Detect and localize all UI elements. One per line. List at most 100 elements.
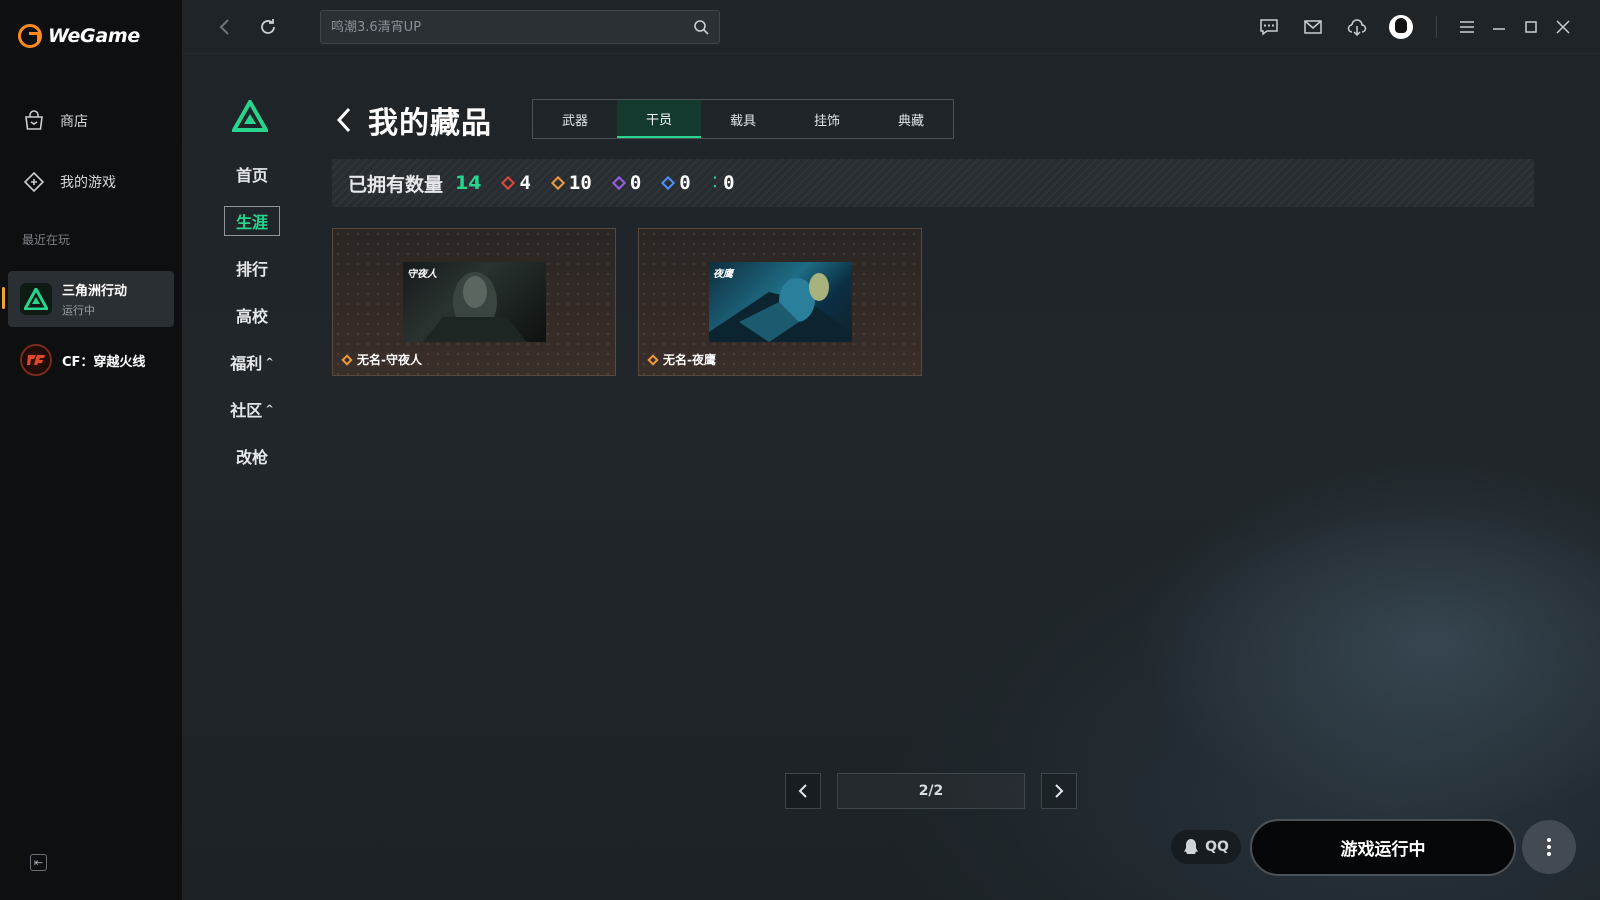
delta-force-logo-icon[interactable] xyxy=(230,97,270,136)
sidebar-item-label: 我的游戏 xyxy=(60,175,116,191)
game-controller-icon xyxy=(23,171,45,193)
red-diamond-icon xyxy=(501,175,516,191)
orange-diamond-icon xyxy=(550,175,565,191)
refresh-icon xyxy=(261,19,275,34)
wegame-window: WeGame 商店 我的游戏 最近在玩 三角洲行动 运行中 CF：穿越火线 ⇤ … xyxy=(0,0,1600,900)
rarity-count-value: 0 xyxy=(629,172,642,194)
qq-login-badge[interactable]: QQ xyxy=(1171,830,1241,864)
shop-bag-icon xyxy=(25,110,43,130)
recent-game-status: 运行中 xyxy=(62,304,95,317)
chevron-left-icon xyxy=(219,19,229,35)
prev-page-button[interactable] xyxy=(785,773,821,809)
next-page-button[interactable] xyxy=(1041,773,1077,809)
game-running-button[interactable]: 游戏运行中 xyxy=(1250,819,1516,876)
maximize-button[interactable] xyxy=(1518,14,1544,40)
mail-button[interactable] xyxy=(1300,14,1326,40)
wegame-logo[interactable]: WeGame xyxy=(18,24,140,48)
game-nav-ranking[interactable]: 排行 xyxy=(222,253,282,283)
purple-diamond-icon xyxy=(611,175,626,191)
rarity-blue-count: 0 xyxy=(661,172,691,194)
game-nav-career[interactable]: 生涯 xyxy=(222,206,282,236)
user-avatar-button[interactable] xyxy=(1388,14,1414,40)
refresh-button[interactable] xyxy=(255,14,281,40)
recent-game-name: CF：穿越火线 xyxy=(62,354,146,370)
collapse-icon: ⇤ xyxy=(33,856,44,869)
operator-image-caption: 守夜人 xyxy=(407,269,437,280)
recent-game-delta-force[interactable]: 三角洲行动 运行中 xyxy=(2,271,174,327)
operator-card[interactable]: 夜鹰 无名-夜鹰 xyxy=(638,228,922,376)
operator-skin-image: 夜鹰 xyxy=(709,262,852,342)
game-nav-college[interactable]: 高校 xyxy=(222,300,282,330)
download-button[interactable] xyxy=(1344,14,1370,40)
operator-card-name: 无名-夜鹰 xyxy=(647,351,716,368)
operator-card-name: 无名-守夜人 xyxy=(341,351,422,368)
search-input[interactable] xyxy=(331,19,693,35)
recent-game-name: 三角洲行动 xyxy=(62,284,128,299)
back-button[interactable] xyxy=(212,14,238,40)
tab-vehicles[interactable]: 载具 xyxy=(701,100,785,138)
chevron-left-icon xyxy=(336,107,351,133)
recent-game-crossfire[interactable]: CF：穿越火线 xyxy=(8,332,174,388)
collapse-sidebar-button[interactable]: ⇤ xyxy=(30,854,47,871)
operator-name: 无名-守夜人 xyxy=(357,353,422,367)
maximize-icon xyxy=(1525,21,1537,33)
sidebar-item-shop[interactable]: 商店 xyxy=(22,109,88,133)
operator-card[interactable]: 守夜人 无名-守夜人 xyxy=(332,228,616,376)
caret-up-icon: ^ xyxy=(265,403,274,415)
game-nav-label: 首页 xyxy=(235,166,268,185)
close-icon xyxy=(1556,20,1570,34)
search-icon[interactable] xyxy=(693,19,709,35)
game-nav-home[interactable]: 首页 xyxy=(222,159,282,189)
sidebar-item-my-games[interactable]: 我的游戏 xyxy=(22,170,116,194)
rarity-red-count: 4 xyxy=(501,172,531,194)
app-name: WeGame xyxy=(48,25,140,47)
collection-tabs: 武器 干员 载具 挂饰 典藏 xyxy=(532,99,954,139)
owned-count-label: 已拥有数量 xyxy=(348,173,444,196)
active-nav-frame xyxy=(224,206,280,236)
game-nav-community[interactable]: 社区 ^ xyxy=(222,394,282,424)
tab-operators[interactable]: 干员 xyxy=(617,100,701,138)
qq-label: QQ xyxy=(1205,839,1229,855)
owned-count-bar: 已拥有数量 14 4 10 0 0 ⁚ 0 xyxy=(332,159,1534,207)
menu-button[interactable] xyxy=(1454,14,1480,40)
rarity-orange-count: 10 xyxy=(550,172,592,194)
game-nav-gunsmith[interactable]: 改枪 xyxy=(222,441,282,471)
download-icon xyxy=(1347,19,1367,37)
rarity-count-value: 10 xyxy=(568,172,592,194)
tab-weapons[interactable]: 武器 xyxy=(533,100,617,138)
rarity-count-value: 4 xyxy=(519,172,531,194)
chat-button[interactable] xyxy=(1256,14,1282,40)
close-button[interactable] xyxy=(1550,14,1576,40)
mail-icon xyxy=(1304,20,1322,34)
page-back-button[interactable] xyxy=(332,105,356,135)
rarity-purple-count: 0 xyxy=(611,172,642,194)
minimize-button[interactable] xyxy=(1486,14,1512,40)
more-options-button[interactable] xyxy=(1522,820,1576,874)
rarity-green-count: ⁚ 0 xyxy=(713,172,735,194)
main-area: 首页 生涯 排行 高校 福利^ 社区^ 改枪 我的藏品 武器 干员 载具 挂饰 … xyxy=(182,0,1600,900)
wegame-logo-icon xyxy=(18,24,42,48)
rarity-count-value: 0 xyxy=(723,172,735,194)
topbar-divider xyxy=(1436,16,1437,38)
qq-penguin-icon xyxy=(1184,839,1199,854)
topbar xyxy=(182,0,1600,54)
caret-up-icon: ^ xyxy=(265,356,274,368)
blue-diamond-icon xyxy=(661,175,676,191)
minimize-icon xyxy=(1493,28,1505,30)
search-bar[interactable] xyxy=(320,10,720,44)
page-indicator: 2/2 xyxy=(837,773,1025,809)
game-nav-benefits[interactable]: 福利 ^ xyxy=(222,347,282,377)
pagination: 2/2 xyxy=(785,773,1077,809)
tab-collection[interactable]: 典藏 xyxy=(869,100,953,138)
game-nav-label: 福利 xyxy=(230,354,263,373)
sidebar: WeGame 商店 我的游戏 最近在玩 三角洲行动 运行中 CF：穿越火线 ⇤ xyxy=(0,0,182,900)
chat-bubble-icon xyxy=(1260,19,1278,36)
tab-charms[interactable]: 挂饰 xyxy=(785,100,869,138)
crossfire-game-icon xyxy=(20,344,52,376)
operator-skin-image: 守夜人 xyxy=(403,262,546,342)
game-nav-label: 改枪 xyxy=(235,448,268,467)
operator-name: 无名-夜鹰 xyxy=(663,353,716,367)
operator-card-list: 守夜人 无名-守夜人 夜鹰 无名-夜鹰 xyxy=(332,228,922,376)
orange-diamond-icon xyxy=(647,353,659,366)
more-vertical-icon xyxy=(1547,838,1551,856)
